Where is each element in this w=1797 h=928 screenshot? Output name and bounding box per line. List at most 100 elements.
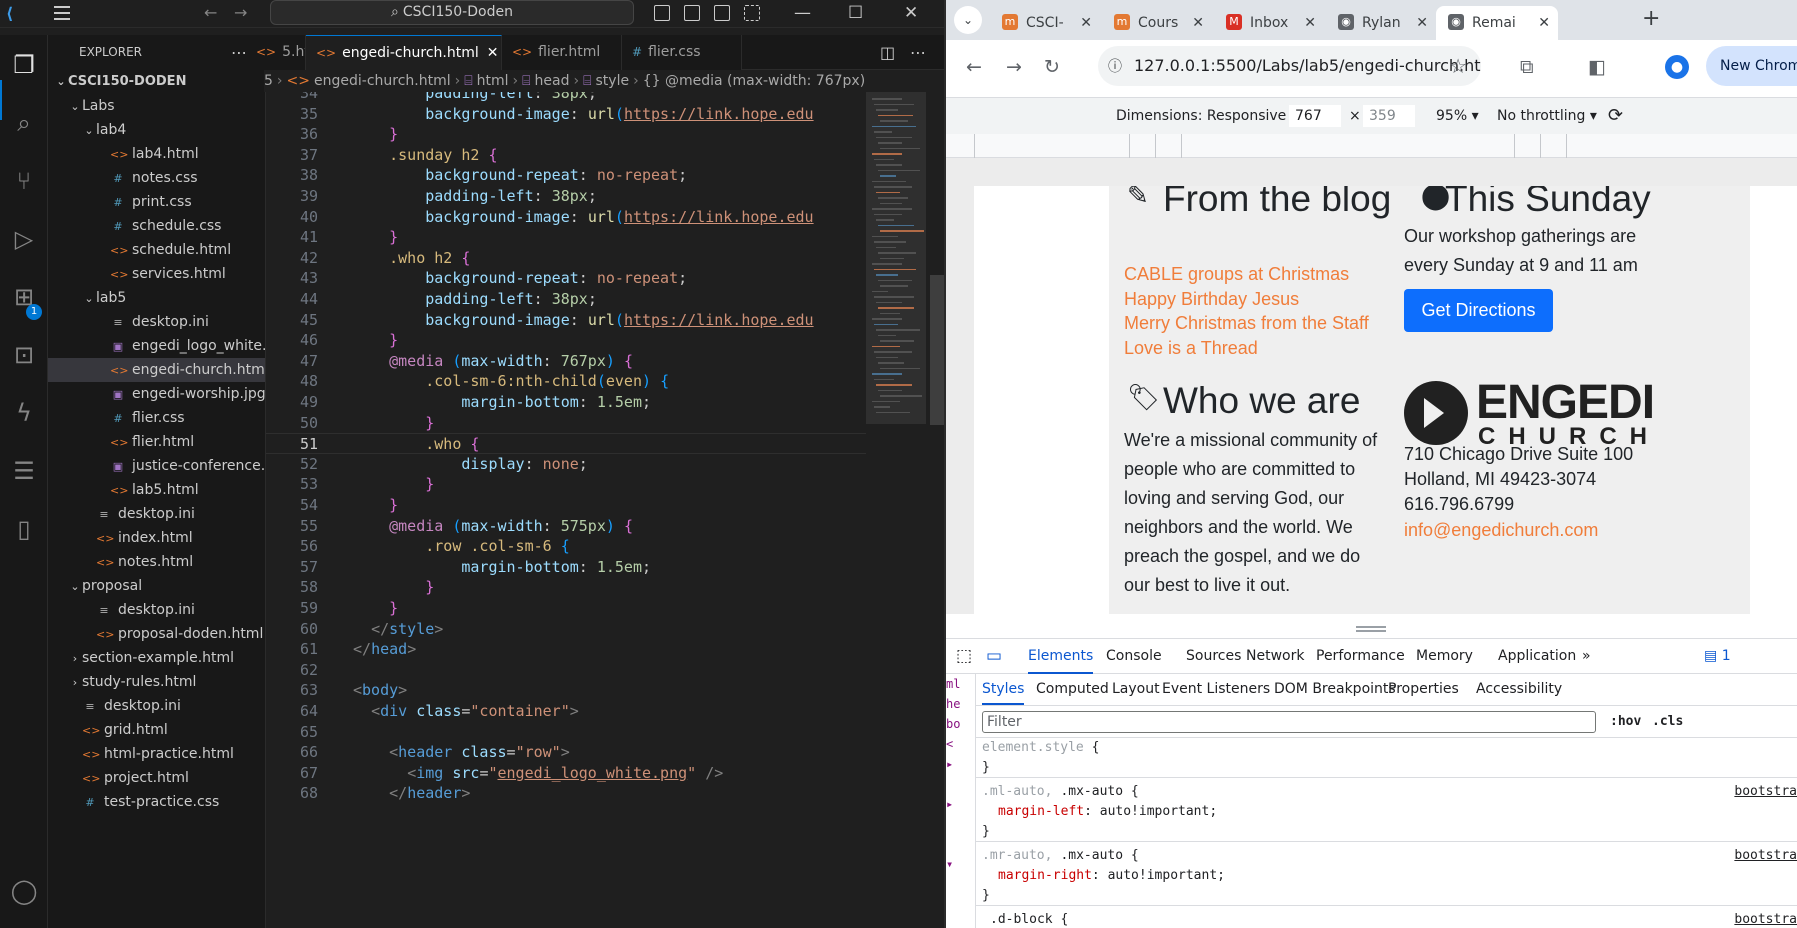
tree-item[interactable]: ⌄ lab4 bbox=[48, 118, 265, 142]
tree-item[interactable]: <> lab4.html bbox=[48, 142, 265, 166]
devtools-tab[interactable]: Sources bbox=[1186, 639, 1241, 674]
breadcrumb-item[interactable]: 5 bbox=[264, 73, 273, 89]
tree-item[interactable]: <> project.html bbox=[48, 766, 265, 790]
device-toggle-icon[interactable]: ▭ bbox=[986, 639, 1002, 674]
dom-tree-strip[interactable]: ml he bo < ▸ ▸ ▾ bbox=[946, 674, 976, 928]
tree-item[interactable]: <> index.html bbox=[48, 526, 265, 550]
device-icon[interactable]: ▯ bbox=[8, 513, 40, 545]
tree-item[interactable]: # flier.css bbox=[48, 406, 265, 430]
devtools-tab[interactable]: Console bbox=[1106, 639, 1162, 674]
devtools-tab[interactable]: Elements bbox=[1028, 639, 1094, 674]
styles-subtab[interactable]: Layout bbox=[1112, 674, 1160, 705]
toggle-panel-icon[interactable] bbox=[684, 5, 700, 21]
tree-item[interactable]: ≡ desktop.ini bbox=[48, 598, 265, 622]
browser-tab[interactable]: m CSCI- ✕ bbox=[990, 6, 1100, 40]
devtools-tab[interactable]: Application bbox=[1498, 639, 1576, 674]
tree-item[interactable]: <> proposal-doden.html bbox=[48, 622, 265, 646]
close-tab-icon[interactable]: ✕ bbox=[1080, 6, 1092, 40]
editor-tab[interactable]: <> flier.html bbox=[502, 35, 622, 70]
tree-item[interactable]: <> notes.html bbox=[48, 550, 265, 574]
zoom-select[interactable]: 95% ▾ bbox=[1436, 98, 1479, 134]
rule-source-link[interactable]: bootstra bbox=[1734, 848, 1797, 863]
tree-item[interactable]: › section-example.html bbox=[48, 646, 265, 670]
remote-explorer-icon[interactable]: ⊡ bbox=[8, 339, 40, 371]
devtools-tab[interactable]: Memory bbox=[1416, 639, 1473, 674]
explorer-icon[interactable]: ❐ bbox=[8, 49, 40, 81]
maximize-icon[interactable]: ☐ bbox=[848, 2, 863, 24]
run-debug-icon[interactable]: ▷ bbox=[8, 223, 40, 255]
tree-item[interactable]: # notes.css bbox=[48, 166, 265, 190]
rotate-icon[interactable]: ⟳ bbox=[1608, 98, 1623, 134]
account-icon[interactable]: ◯ bbox=[8, 875, 40, 907]
close-tab-icon[interactable]: ✕ bbox=[1538, 6, 1550, 40]
styles-subtab[interactable]: Properties bbox=[1388, 674, 1459, 705]
tree-item[interactable]: ≡ desktop.ini bbox=[48, 502, 265, 526]
tree-item[interactable]: <> lab5.html bbox=[48, 478, 265, 502]
menu-icon[interactable] bbox=[54, 6, 70, 20]
browser-tab[interactable]: M Inbox ✕ bbox=[1214, 6, 1324, 40]
breadcrumb-item[interactable]: head bbox=[535, 73, 570, 89]
media-query-ruler[interactable] bbox=[946, 134, 1797, 158]
tree-item[interactable]: ⌄ proposal bbox=[48, 574, 265, 598]
browser-tab[interactable]: ◉ Remai ✕ bbox=[1436, 6, 1558, 40]
command-center-search[interactable]: ⌕ CSCI150-Doden bbox=[270, 0, 634, 25]
lightning-icon[interactable]: ϟ bbox=[8, 397, 40, 429]
breadcrumb-item[interactable]: engedi-church.html bbox=[314, 73, 451, 89]
new-chrome-button[interactable]: New Chrom bbox=[1706, 46, 1797, 86]
customize-layout-icon[interactable] bbox=[744, 5, 760, 21]
search-icon[interactable]: ⌕ bbox=[8, 107, 40, 139]
breadcrumb-item[interactable]: {} @media (max-width: 767px) bbox=[643, 73, 865, 89]
style-rule[interactable]: .ml-auto, .mx-auto {margin-left: auto!imp… bbox=[976, 782, 1797, 842]
tree-item[interactable]: › study-rules.html bbox=[48, 670, 265, 694]
styles-subtab[interactable]: DOM Breakpoints bbox=[1274, 674, 1396, 705]
cls-toggle[interactable]: .cls bbox=[1652, 706, 1683, 738]
styles-subtab[interactable]: Styles bbox=[982, 674, 1025, 705]
width-input[interactable]: 767 bbox=[1289, 105, 1341, 127]
toggle-secondary-sidebar-icon[interactable] bbox=[714, 5, 730, 21]
tree-item[interactable]: <> engedi-church.html bbox=[48, 358, 265, 382]
email-link[interactable]: info@engedichurch.com bbox=[1404, 516, 1598, 544]
tree-item[interactable]: # print.css bbox=[48, 190, 265, 214]
editor-tab[interactable]: <> 5.html bbox=[246, 35, 306, 70]
profile-avatar[interactable]: ● bbox=[1665, 55, 1689, 79]
browser-tab[interactable]: ◉ Rylan ✕ bbox=[1326, 6, 1436, 40]
minimap[interactable] bbox=[866, 92, 926, 928]
breadcrumb-item[interactable]: style bbox=[596, 73, 630, 89]
tree-item[interactable]: ▣ engedi_logo_white... bbox=[48, 334, 265, 358]
tree-item[interactable]: ▣ justice-conference.... bbox=[48, 454, 265, 478]
source-control-icon[interactable]: ⑂ bbox=[8, 165, 40, 197]
devtools-tab[interactable]: Network bbox=[1246, 639, 1304, 674]
tree-item[interactable]: <> services.html bbox=[48, 262, 265, 286]
inspect-icon[interactable]: ⬚ bbox=[956, 639, 972, 674]
height-input[interactable]: 359 bbox=[1363, 105, 1415, 127]
address-bar[interactable]: ⓘ 127.0.0.1:5500/Labs/lab5/engedi-church.… bbox=[1098, 46, 1481, 86]
extensions-puzzle-icon[interactable]: ⧉ bbox=[1520, 55, 1534, 79]
browser-tab[interactable]: m Cours ✕ bbox=[1102, 6, 1212, 40]
tree-item[interactable]: ≡ desktop.ini bbox=[48, 310, 265, 334]
issues-badge[interactable]: ▤ 1 bbox=[1704, 639, 1731, 674]
styles-subtab[interactable]: Event Listeners bbox=[1162, 674, 1270, 705]
close-tab-icon[interactable]: ✕ bbox=[1416, 6, 1428, 40]
split-editor-icon[interactable]: ◫ bbox=[880, 35, 895, 70]
site-info-icon[interactable]: ⓘ bbox=[1108, 47, 1122, 86]
more-actions-icon[interactable]: ⋯ bbox=[231, 35, 247, 70]
side-panel-icon[interactable]: ◧ bbox=[1588, 55, 1606, 79]
close-window-icon[interactable]: ✕ bbox=[904, 2, 918, 24]
reload-icon[interactable]: ↻ bbox=[1044, 55, 1060, 79]
back-icon[interactable]: ← bbox=[966, 55, 982, 79]
rule-source-link[interactable]: bootstra bbox=[1734, 912, 1797, 927]
more-tabs-icon[interactable]: » bbox=[1582, 639, 1591, 674]
blog-link[interactable]: Love is a Thread bbox=[1124, 334, 1258, 362]
tab-search-icon[interactable]: ⌄ bbox=[954, 6, 982, 34]
hov-toggle[interactable]: :hov bbox=[1610, 706, 1641, 738]
throttle-select[interactable]: No throttling ▾ bbox=[1497, 98, 1597, 134]
tree-item[interactable]: ⌄ Labs bbox=[48, 94, 265, 118]
tree-item[interactable]: ⌄ lab5 bbox=[48, 286, 265, 310]
devtools-tab[interactable]: Performance bbox=[1316, 639, 1405, 674]
forward-arrow-icon[interactable]: → bbox=[234, 4, 247, 22]
style-rule[interactable]: .mr-auto, .mx-auto {margin-right: auto!im… bbox=[976, 846, 1797, 906]
tree-item[interactable]: <> grid.html bbox=[48, 718, 265, 742]
tree-item[interactable]: ▣ engedi-worship.jpg bbox=[48, 382, 265, 406]
forward-icon[interactable]: → bbox=[1006, 55, 1022, 79]
tree-item[interactable]: <> flier.html bbox=[48, 430, 265, 454]
